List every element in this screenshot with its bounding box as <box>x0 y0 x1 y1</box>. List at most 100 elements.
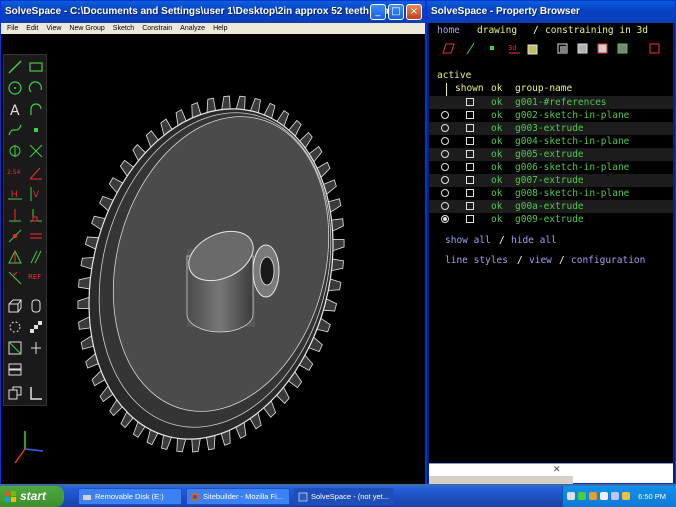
security-icon[interactable] <box>589 492 597 500</box>
safely-remove-icon[interactable] <box>578 492 586 500</box>
home-link[interactable]: home <box>437 25 460 36</box>
reference-toggle-label[interactable]: REF <box>28 273 41 281</box>
group-row[interactable]: ok g009-extrude <box>429 213 673 226</box>
group-row[interactable]: ok g004-sketch-in-plane <box>429 135 673 148</box>
taskbar-item-firefox[interactable]: Sitebuilder - Mozilla Fi... <box>186 488 290 505</box>
extrude-icon[interactable] <box>7 298 23 314</box>
drawing-toggle[interactable]: drawing <box>477 25 517 36</box>
text-tool-icon[interactable]: A <box>7 101 23 117</box>
workplane-view-icon[interactable] <box>28 385 44 401</box>
group-name[interactable]: g009-extrude <box>515 213 584 226</box>
edit-field[interactable] <box>429 476 573 484</box>
group-row[interactable]: ok g001-#references <box>429 96 673 109</box>
active-radio[interactable] <box>441 137 449 145</box>
network-icon[interactable] <box>567 492 575 500</box>
group-name[interactable]: g004-sketch-in-plane <box>515 135 629 148</box>
line-tool-icon[interactable] <box>7 59 23 75</box>
lathe-icon[interactable] <box>28 298 44 314</box>
taskbar-item-removable-disk[interactable]: Removable Disk (E:) <box>78 488 182 505</box>
active-radio[interactable] <box>441 202 449 210</box>
rectangle-tool-icon[interactable] <box>28 59 44 75</box>
menu-file[interactable]: File <box>3 23 22 34</box>
import-sketch-icon[interactable] <box>7 340 23 356</box>
menu-help[interactable]: Help <box>209 23 231 34</box>
hide-all-link[interactable]: hide all <box>511 235 557 246</box>
group-row[interactable]: ok g006-sketch-in-plane <box>429 161 673 174</box>
maximize-button[interactable]: □ <box>388 4 404 20</box>
shown-checkbox[interactable] <box>466 124 474 132</box>
active-radio[interactable] <box>441 215 449 223</box>
active-radio[interactable] <box>441 189 449 197</box>
step-rotating-icon[interactable] <box>7 319 23 335</box>
shown-checkbox[interactable] <box>466 111 474 119</box>
property-browser-title-bar[interactable]: SolveSpace - Property Browser <box>427 1 675 23</box>
gear-model-view[interactable] <box>61 64 361 484</box>
show-all-link[interactable]: show all <box>445 235 491 246</box>
main-title-bar[interactable]: SolveSpace - C:\Documents and Settings\u… <box>1 1 425 23</box>
distance-constraint-label[interactable]: 2.54 <box>7 169 20 176</box>
angle-constraint-icon[interactable] <box>28 165 44 181</box>
step-translating-icon[interactable] <box>28 319 44 335</box>
shown-checkbox[interactable] <box>466 137 474 145</box>
close-edit-icon[interactable]: ✕ <box>553 465 561 475</box>
active-radio[interactable] <box>441 124 449 132</box>
shown-checkbox[interactable] <box>466 215 474 223</box>
menu-edit[interactable]: Edit <box>22 23 42 34</box>
split-curves-icon[interactable] <box>28 143 44 159</box>
section-icon[interactable] <box>28 340 44 356</box>
symmetric-constraint-icon[interactable] <box>7 249 23 265</box>
group-name[interactable]: g003-extrude <box>515 122 584 135</box>
active-radio[interactable] <box>441 111 449 119</box>
group-name[interactable]: g00a-extrude <box>515 200 584 213</box>
shaded-visibility-icon[interactable] <box>595 41 610 56</box>
perpendicular-constraint-icon[interactable] <box>28 207 44 223</box>
shown-checkbox[interactable] <box>466 163 474 171</box>
constraining-toggle[interactable]: constraining in 3d <box>545 25 648 36</box>
update-icon[interactable] <box>622 492 630 500</box>
circle-tool-icon[interactable] <box>7 80 23 96</box>
taskbar-item-solvespace[interactable]: SolveSpace - (not yet... <box>294 488 394 505</box>
group-row[interactable]: ok g008-sketch-in-plane <box>429 187 673 200</box>
horizontal-constraint-icon[interactable]: H <box>7 186 23 202</box>
vertical-constraint-icon[interactable]: V <box>28 186 44 202</box>
tangent-arc-icon[interactable] <box>28 101 44 117</box>
equal-constraint-icon[interactable] <box>28 228 44 244</box>
mesh-visibility-icon[interactable] <box>615 41 630 56</box>
volume-icon[interactable] <box>600 492 608 500</box>
parallel-constraint-icon[interactable] <box>28 249 44 265</box>
group-row[interactable]: ok g003-extrude <box>429 122 673 135</box>
other-constraint-icon[interactable] <box>7 270 23 286</box>
group-name[interactable]: g006-sketch-in-plane <box>515 161 629 174</box>
faces-visibility-icon[interactable] <box>525 41 540 56</box>
group-row[interactable]: ok g007-extrude <box>429 174 673 187</box>
edges-visibility-icon[interactable] <box>555 41 570 56</box>
menu-analyze[interactable]: Analyze <box>176 23 209 34</box>
view-link[interactable]: view <box>529 255 552 266</box>
group-name[interactable]: g001-#references <box>515 96 607 109</box>
configuration-link[interactable]: configuration <box>571 255 645 266</box>
group-name[interactable]: g002-sketch-in-plane <box>515 109 629 122</box>
group-name[interactable]: g008-sketch-in-plane <box>515 187 629 200</box>
active-radio[interactable] <box>441 176 449 184</box>
menu-view[interactable]: View <box>42 23 65 34</box>
group-row[interactable]: ok g005-extrude <box>429 148 673 161</box>
hidden-lines-icon[interactable] <box>647 41 662 56</box>
assembly-icon[interactable] <box>7 361 23 377</box>
group-name[interactable]: g005-extrude <box>515 148 584 161</box>
menu-new-group[interactable]: New Group <box>65 23 108 34</box>
shown-checkbox[interactable] <box>466 176 474 184</box>
start-button[interactable]: start <box>0 486 64 507</box>
menu-sketch[interactable]: Sketch <box>109 23 138 34</box>
graphics-canvas[interactable]: A 2.54 H V REF <box>1 34 425 484</box>
group-row[interactable]: ok g00a-extrude <box>429 200 673 213</box>
midpoint-constraint-icon[interactable] <box>7 228 23 244</box>
minimize-button[interactable]: _ <box>370 4 386 20</box>
display-icon[interactable] <box>611 492 619 500</box>
line-styles-link[interactable]: line styles <box>445 255 508 266</box>
point-tool-icon[interactable] <box>28 122 44 138</box>
shown-checkbox[interactable] <box>466 98 474 106</box>
close-button[interactable]: × <box>406 4 422 20</box>
shown-checkbox[interactable] <box>466 189 474 197</box>
workplane-visibility-icon[interactable] <box>441 41 456 56</box>
active-radio[interactable] <box>441 150 449 158</box>
